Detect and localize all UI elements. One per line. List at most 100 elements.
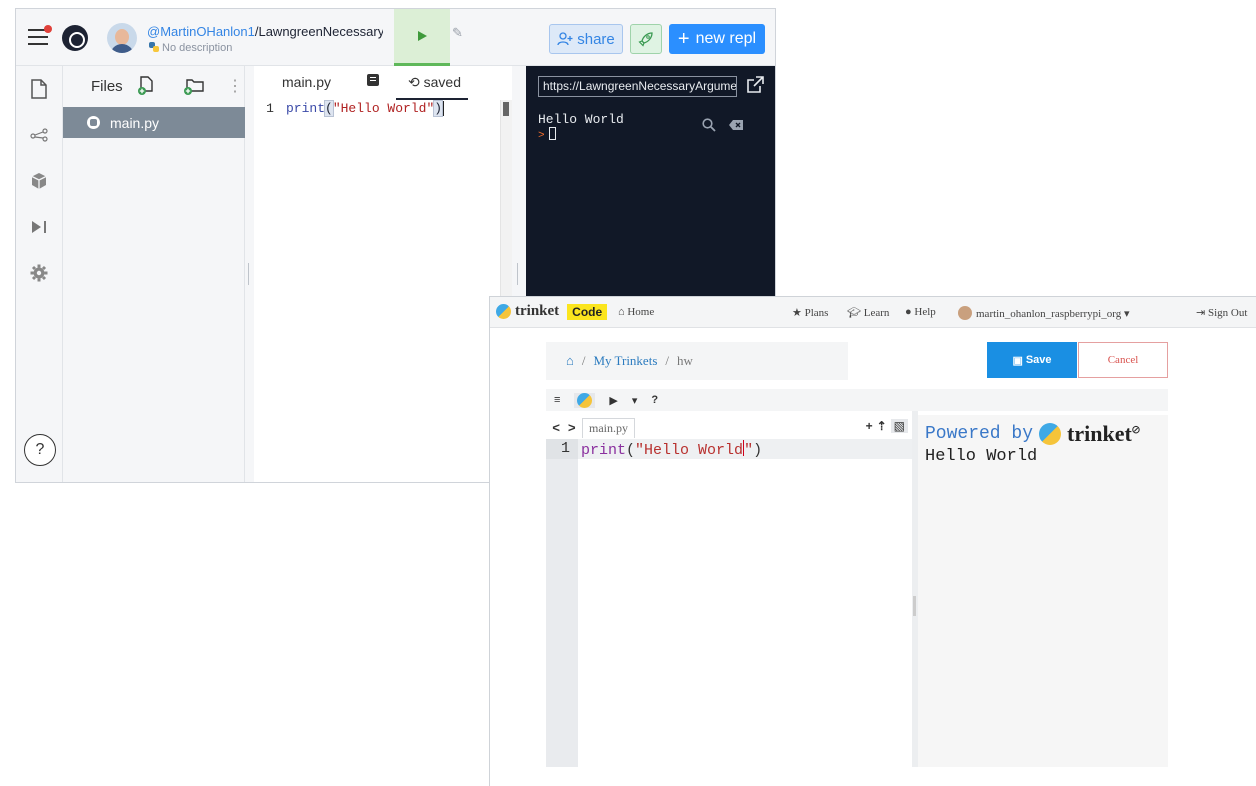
description-text: No description (162, 42, 233, 54)
line-number: 1 (266, 100, 274, 116)
trinket-window: trinket Code ⌂ Home ★ Plans 🎓︎ Learn ● H… (489, 296, 1256, 786)
breadcrumb: ⌂ / My Trinkets / hw (546, 342, 848, 380)
code-editor[interactable]: 1 print("Hello World") (546, 439, 912, 767)
repl-description[interactable]: No description (149, 42, 232, 54)
console-output: Hello World > (538, 113, 624, 143)
trinket-navbar: trinket Code ⌂ Home ★ Plans 🎓︎ Learn ● H… (490, 297, 1256, 328)
console-caret[interactable] (548, 127, 556, 140)
code-editor[interactable]: main.py ⟲ saved 1 print("Hello World") (254, 66, 512, 482)
file-name: main.py (110, 114, 160, 131)
new-repl-button[interactable]: + new repl (669, 24, 765, 54)
clear-console-icon[interactable] (728, 118, 744, 137)
help-button[interactable]: ? (651, 394, 658, 406)
user-avatar (958, 306, 972, 320)
help-button[interactable]: ? (24, 434, 56, 466)
code-paren-open: ( (324, 99, 334, 117)
code-text: print("Hello World") (581, 439, 763, 459)
rocket-icon (638, 32, 653, 47)
menu-icon[interactable]: ≡ (554, 394, 560, 406)
powered-by-brand: trinket (1067, 421, 1132, 446)
nav-help[interactable]: ● Help (905, 306, 936, 318)
files-label: Files (91, 77, 123, 95)
python-file-icon (87, 116, 100, 129)
file-item-main-py[interactable]: main.py (63, 107, 245, 138)
console-output-line: Hello World (538, 112, 624, 127)
code-function: print (286, 100, 326, 116)
breadcrumb-current: hw (677, 353, 693, 368)
files-icon[interactable] (28, 78, 50, 100)
save-button[interactable]: ▣ Save (987, 342, 1077, 378)
code-string-end: " (744, 441, 754, 459)
more-options-icon[interactable]: ⋮ (227, 76, 243, 96)
tab-main-py[interactable]: main.py (582, 418, 635, 438)
trinket-logo[interactable]: trinket Code (496, 303, 608, 320)
repl-owner-link[interactable]: @MartinOHanlon1 (147, 24, 255, 39)
powered-by[interactable]: Powered by trinket ⊘ (925, 421, 1140, 447)
saved-status[interactable]: ⟲ saved (408, 74, 461, 91)
edit-pencil-icon[interactable]: ✎ (452, 25, 463, 41)
nav-sign-out[interactable]: ⇥ Sign Out (1196, 306, 1247, 319)
python-orb-icon (577, 392, 593, 408)
trinket-orb-icon (1039, 423, 1062, 445)
nav-learn[interactable]: 🎓︎ Learn (847, 306, 889, 319)
run-options-dropdown[interactable]: ▾ (632, 394, 638, 407)
cancel-button[interactable]: Cancel (1078, 342, 1168, 378)
repl-title[interactable]: @MartinOHanlon1/LawngreenNecessaryArgume… (147, 24, 383, 39)
line-gutter (546, 439, 578, 767)
ban-icon[interactable]: ⊘ (1132, 422, 1140, 439)
nav-learn-label: Learn (863, 307, 890, 319)
add-file-icon[interactable]: + (866, 419, 873, 433)
caret-down-icon: ▾ (1123, 308, 1130, 320)
new-file-icon[interactable] (137, 76, 155, 100)
save-label: Save (1025, 354, 1052, 366)
search-icon[interactable] (702, 118, 716, 137)
code-paren-close: ) (433, 99, 444, 117)
deploy-rocket-button[interactable] (630, 24, 662, 54)
format-icon[interactable] (367, 74, 379, 86)
code-line[interactable]: 1 print("Hello World") (546, 439, 912, 459)
file-tree-panel: Files ⋮ main.py (63, 66, 245, 482)
editor-tabs: main.py ⟲ saved (254, 66, 512, 100)
language-selector[interactable] (574, 392, 596, 408)
run-button[interactable]: ▶ (609, 394, 617, 407)
share-button[interactable]: share (549, 24, 623, 54)
code-line[interactable]: 1 print("Hello World") (254, 99, 500, 117)
user-plus-icon (557, 32, 573, 46)
tab-main-py[interactable]: main.py (282, 74, 331, 90)
files-header: Files ⋮ (63, 66, 244, 106)
upload-icon[interactable]: ⇡ (877, 419, 887, 433)
powered-by-label: Powered by (925, 424, 1034, 444)
home-icon[interactable]: ⌂ (566, 353, 574, 369)
breadcrumb-sep: / (665, 353, 670, 368)
trinket-orb-icon (496, 304, 511, 319)
user-menu[interactable]: martin_ohanlon_raspberrypi_org ▾ (958, 306, 1130, 320)
nav-home[interactable]: ⌂ Home (618, 306, 654, 318)
breadcrumb-my-trinkets[interactable]: My Trinkets (593, 353, 657, 369)
debugger-step-icon[interactable] (28, 216, 50, 238)
breadcrumb-sep: / (581, 353, 586, 368)
webview-url[interactable]: https://LawngreenNecessaryArgument (538, 76, 737, 97)
share-label: share (577, 30, 615, 48)
star-icon: ★ (792, 307, 802, 319)
image-library-icon[interactable]: ▧ (890, 419, 908, 433)
program-output: Hello World (925, 447, 1038, 466)
menu-icon[interactable] (28, 25, 52, 45)
console-prompt: > (538, 130, 545, 142)
home-icon: ⌂ (618, 306, 625, 318)
question-circle-icon: ● (905, 306, 912, 318)
settings-gear-icon[interactable] (28, 262, 50, 284)
graduation-cap-icon: 🎓︎ (847, 307, 861, 319)
code-view-icon[interactable]: < > (546, 421, 582, 436)
replit-logo-icon[interactable] (62, 25, 88, 51)
user-name: martin_ohanlon_raspberrypi_org (976, 308, 1122, 320)
packages-cube-icon[interactable] (28, 170, 50, 192)
avatar[interactable] (107, 23, 137, 53)
share-nodes-icon[interactable] (28, 124, 50, 146)
open-external-icon[interactable] (746, 76, 764, 94)
play-icon (418, 31, 427, 41)
panel-resize-handle[interactable] (245, 66, 254, 482)
nav-plans[interactable]: ★ Plans (792, 306, 828, 319)
new-folder-icon[interactable] (183, 76, 205, 100)
run-button[interactable] (394, 9, 450, 66)
trinket-brand: trinket (515, 303, 560, 319)
